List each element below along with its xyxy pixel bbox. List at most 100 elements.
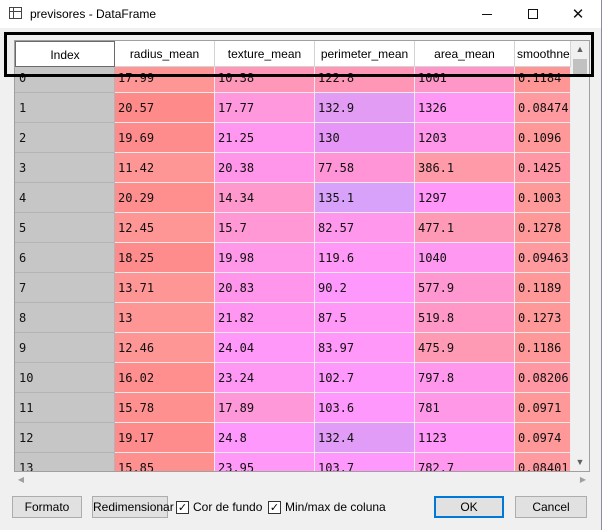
row-index-cell[interactable]: 6 <box>15 243 115 273</box>
table-row[interactable]: 1 20.57 17.77 132.9 1326 0.08474 <box>15 93 571 123</box>
table-cell[interactable]: 24.04 <box>215 333 315 363</box>
table-cell[interactable]: 781 <box>415 393 515 423</box>
table-cell[interactable]: 132.9 <box>315 93 415 123</box>
column-header[interactable]: smoothne <box>515 41 571 67</box>
table-cell[interactable]: 19.69 <box>115 123 215 153</box>
table-cell[interactable]: 15.7 <box>215 213 315 243</box>
table-cell[interactable]: 103.6 <box>315 393 415 423</box>
vertical-scrollbar[interactable]: ▲ ▼ <box>571 41 589 471</box>
table-cell[interactable]: 19.17 <box>115 423 215 453</box>
column-minmax-toggle[interactable]: ✓ Min/max de coluna <box>268 498 386 516</box>
title-bar[interactable]: previsores - DataFrame ✕ <box>0 0 601 28</box>
table-cell[interactable]: 0.1003 <box>515 183 571 213</box>
row-index-cell[interactable]: 7 <box>15 273 115 303</box>
table-cell[interactable]: 132.4 <box>315 423 415 453</box>
table-cell[interactable]: 15.78 <box>115 393 215 423</box>
row-index-cell[interactable]: 13 <box>15 453 115 471</box>
table-cell[interactable]: 386.1 <box>415 153 515 183</box>
table-cell[interactable]: 20.29 <box>115 183 215 213</box>
row-index-cell[interactable]: 3 <box>15 153 115 183</box>
table-cell[interactable]: 1326 <box>415 93 515 123</box>
column-minmax-checkbox[interactable]: ✓ <box>268 500 281 514</box>
table-cell[interactable]: 20.57 <box>115 93 215 123</box>
table-cell[interactable]: 0.1096 <box>515 123 571 153</box>
column-header[interactable]: area_mean <box>415 41 515 67</box>
table-cell[interactable]: 577.9 <box>415 273 515 303</box>
row-index-cell[interactable]: 5 <box>15 213 115 243</box>
table-cell[interactable]: 782.7 <box>415 453 515 471</box>
row-index-cell[interactable]: 2 <box>15 123 115 153</box>
table-cell[interactable]: 0.1273 <box>515 303 571 333</box>
table-row[interactable]: 9 12.46 24.04 83.97 475.9 0.1186 <box>15 333 571 363</box>
scroll-right-icon[interactable]: ▶ <box>576 473 590 487</box>
table-cell[interactable]: 475.9 <box>415 333 515 363</box>
table-cell[interactable]: 1203 <box>415 123 515 153</box>
table-cell[interactable]: 797.8 <box>415 363 515 393</box>
table-row[interactable]: 13 15.85 23.95 103.7 782.7 0.08401 <box>15 453 571 471</box>
table-cell[interactable]: 87.5 <box>315 303 415 333</box>
table-cell[interactable]: 0.0971 <box>515 393 571 423</box>
table-cell[interactable]: 20.83 <box>215 273 315 303</box>
table-cell[interactable]: 13 <box>115 303 215 333</box>
table-cell[interactable]: 122.8 <box>315 67 415 93</box>
table-cell[interactable]: 20.38 <box>215 153 315 183</box>
table-cell[interactable]: 21.82 <box>215 303 315 333</box>
column-header[interactable]: radius_mean <box>115 41 215 67</box>
row-index-cell[interactable]: 12 <box>15 423 115 453</box>
row-index-cell[interactable]: 11 <box>15 393 115 423</box>
table-cell[interactable]: 130 <box>315 123 415 153</box>
table-cell[interactable]: 17.89 <box>215 393 315 423</box>
table-cell[interactable]: 0.09463 <box>515 243 571 273</box>
format-button[interactable]: Formato <box>12 496 82 518</box>
table-cell[interactable]: 15.85 <box>115 453 215 471</box>
table-cell[interactable]: 19.98 <box>215 243 315 273</box>
table-cell[interactable]: 17.77 <box>215 93 315 123</box>
row-index-cell[interactable]: 10 <box>15 363 115 393</box>
scroll-down-icon[interactable]: ▼ <box>571 454 589 471</box>
table-cell[interactable]: 11.42 <box>115 153 215 183</box>
table-cell[interactable]: 18.25 <box>115 243 215 273</box>
table-cell[interactable]: 135.1 <box>315 183 415 213</box>
table-cell[interactable]: 24.8 <box>215 423 315 453</box>
table-cell[interactable]: 1001 <box>415 67 515 93</box>
table-cell[interactable]: 14.34 <box>215 183 315 213</box>
table-cell[interactable]: 17.99 <box>115 67 215 93</box>
table-cell[interactable]: 103.7 <box>315 453 415 471</box>
background-color-checkbox[interactable]: ✓ <box>176 500 189 514</box>
scroll-left-icon[interactable]: ◀ <box>14 473 28 487</box>
table-cell[interactable]: 83.97 <box>315 333 415 363</box>
table-cell[interactable]: 21.25 <box>215 123 315 153</box>
table-row[interactable]: 3 11.42 20.38 77.58 386.1 0.1425 <box>15 153 571 183</box>
table-cell[interactable]: 0.1184 <box>515 67 571 93</box>
table-row[interactable]: 11 15.78 17.89 103.6 781 0.0971 <box>15 393 571 423</box>
table-row[interactable]: 0 17.99 10.38 122.8 1001 0.1184 <box>15 67 571 93</box>
column-header[interactable]: Index <box>15 41 115 67</box>
cancel-button[interactable]: Cancel <box>515 496 587 518</box>
table-cell[interactable]: 0.1186 <box>515 333 571 363</box>
row-index-cell[interactable]: 4 <box>15 183 115 213</box>
close-button[interactable]: ✕ <box>555 0 601 28</box>
table-cell[interactable]: 0.08474 <box>515 93 571 123</box>
table-cell[interactable]: 77.58 <box>315 153 415 183</box>
maximize-button[interactable] <box>510 0 556 28</box>
grid-body[interactable]: 0 17.99 10.38 122.8 1001 0.1184 1 20.57 17.77 132… <box>15 67 571 471</box>
horizontal-scroll-track[interactable] <box>28 476 576 484</box>
table-row[interactable]: 6 18.25 19.98 119.6 1040 0.09463 <box>15 243 571 273</box>
table-cell[interactable]: 0.08401 <box>515 453 571 471</box>
table-row[interactable]: 4 20.29 14.34 135.1 1297 0.1003 <box>15 183 571 213</box>
table-cell[interactable]: 12.46 <box>115 333 215 363</box>
background-color-toggle[interactable]: ✓ Cor de fundo <box>176 498 262 516</box>
table-cell[interactable]: 1040 <box>415 243 515 273</box>
row-index-cell[interactable]: 1 <box>15 93 115 123</box>
table-cell[interactable]: 0.1189 <box>515 273 571 303</box>
dataframe-grid[interactable]: Index radius_mean texture_mean perimeter_me… <box>14 40 590 472</box>
table-cell[interactable]: 1123 <box>415 423 515 453</box>
row-index-cell[interactable]: 8 <box>15 303 115 333</box>
table-cell[interactable]: 119.6 <box>315 243 415 273</box>
table-cell[interactable]: 1297 <box>415 183 515 213</box>
column-header[interactable]: texture_mean <box>215 41 315 67</box>
table-row[interactable]: 10 16.02 23.24 102.7 797.8 0.08206 <box>15 363 571 393</box>
table-cell[interactable]: 82.57 <box>315 213 415 243</box>
row-index-cell[interactable]: 0 <box>15 67 115 93</box>
table-cell[interactable]: 10.38 <box>215 67 315 93</box>
